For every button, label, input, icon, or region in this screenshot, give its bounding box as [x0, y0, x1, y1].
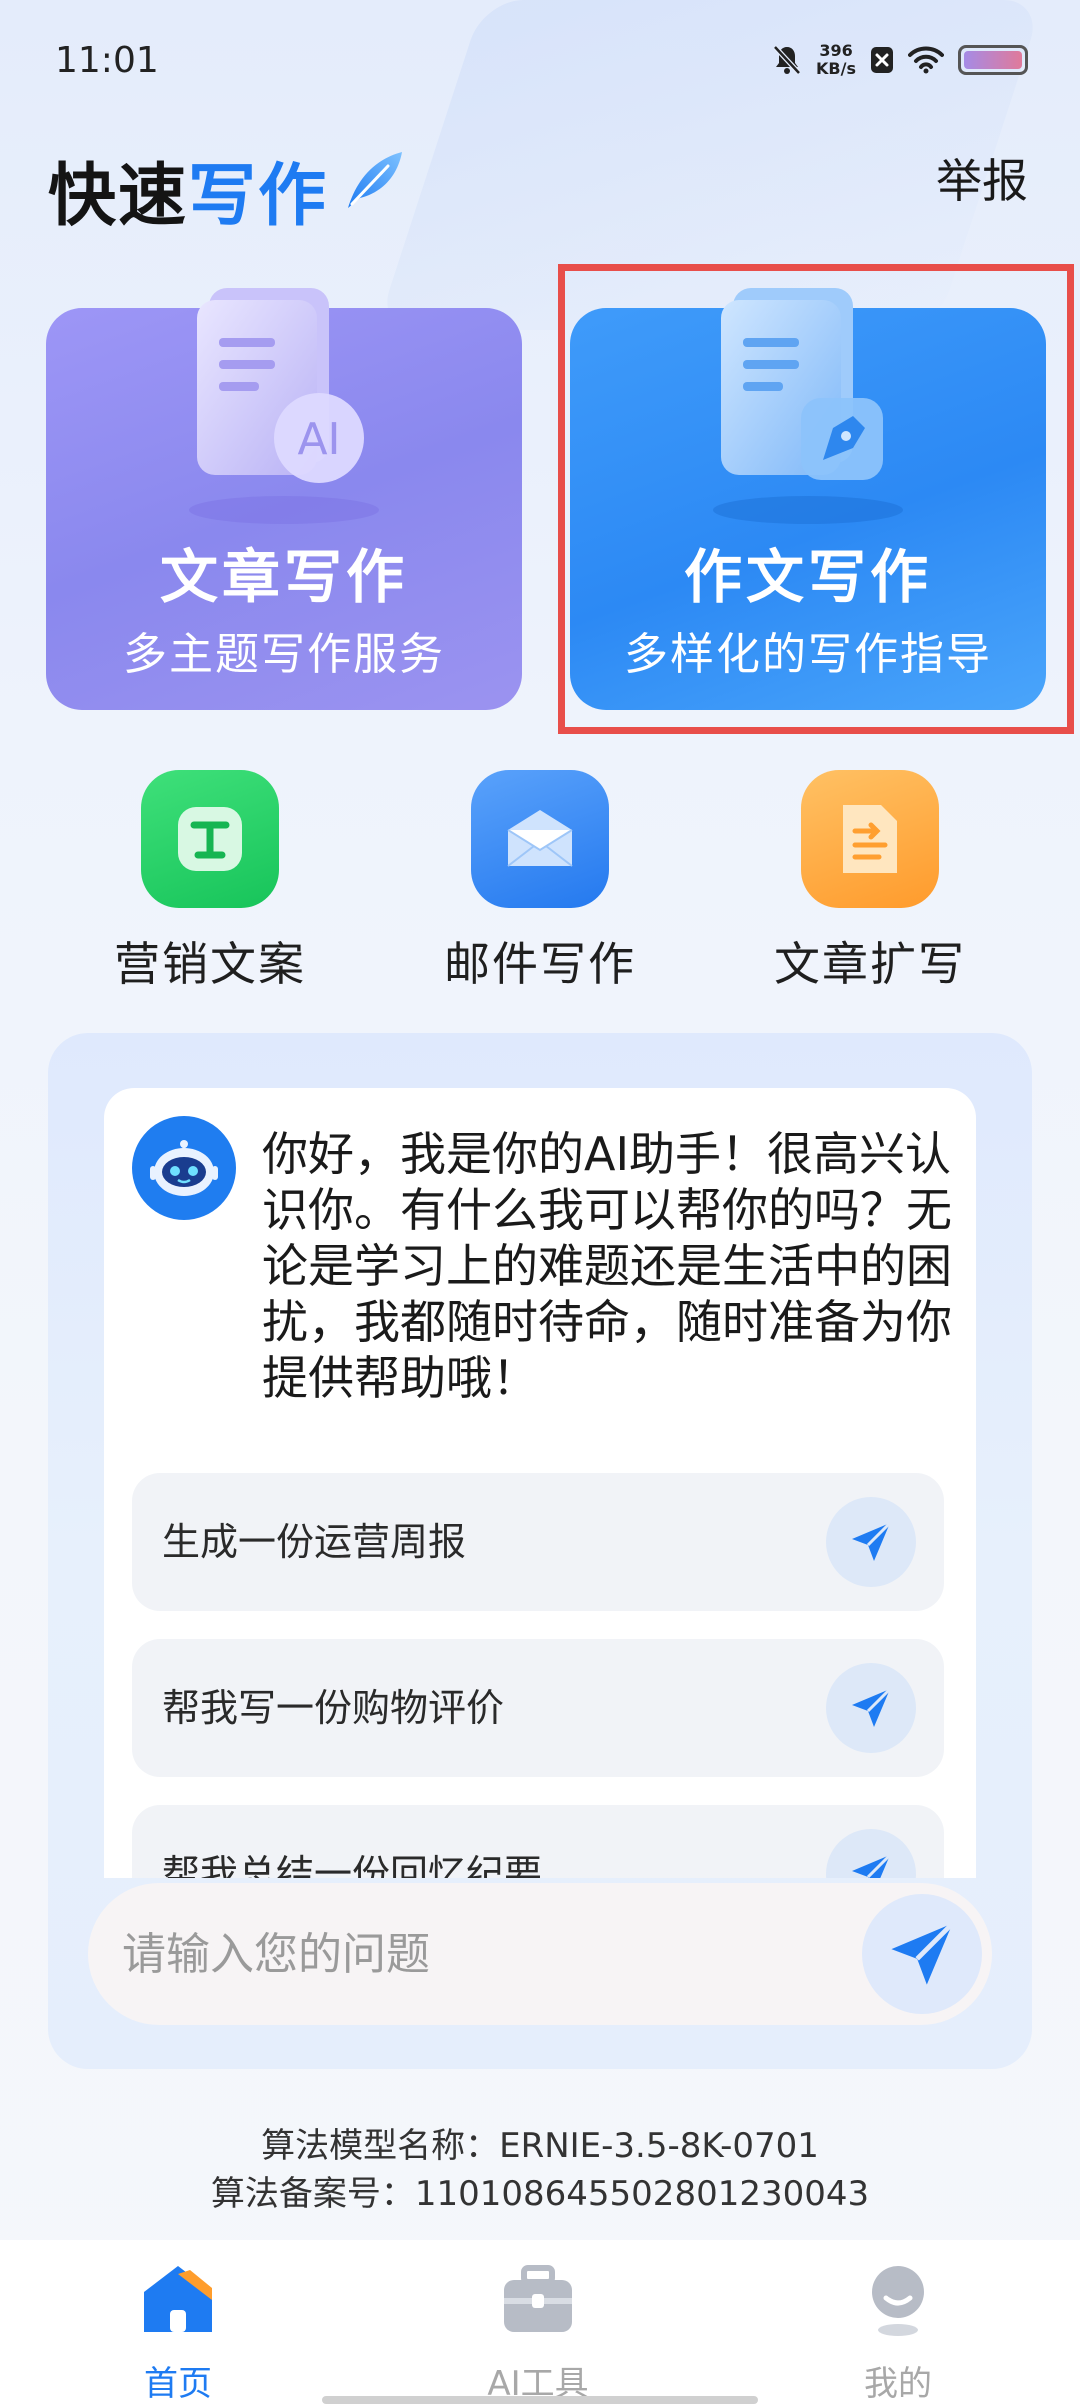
file-expand-icon [801, 770, 939, 908]
document-pen-icon [713, 288, 903, 524]
model-filing-info: 算法备案号：110108645502801230043 [210, 2174, 870, 2214]
article-expand-label: 文章扩写 [774, 937, 966, 991]
essay-card-subtitle: 多样化的写作指导 [624, 629, 992, 680]
feather-icon [338, 146, 408, 233]
send-icon[interactable] [826, 1497, 916, 1587]
battery-icon [958, 45, 1028, 75]
ai-chat-panel: 你好，我是你的AI助手！很高兴认识你。有什么我可以帮你的吗？无论是学习上的难题还… [48, 1033, 1032, 2069]
mail-icon [471, 770, 609, 908]
network-speed: 396 KB/s [816, 41, 856, 78]
send-icon [891, 1921, 955, 1985]
marketing-copy-label: 营销文案 [114, 937, 306, 991]
question-input[interactable] [122, 1883, 842, 2025]
send-icon[interactable] [826, 1663, 916, 1753]
robot-avatar-icon [132, 1116, 236, 1220]
sim-disabled-icon [870, 46, 894, 74]
assistant-greeting: 你好，我是你的AI助手！很高兴认识你。有什么我可以帮你的吗？无论是学习上的难题还… [262, 1127, 952, 1405]
question-input-bar [88, 1883, 992, 2025]
nav-profile[interactable]: 我的 [798, 2260, 998, 2405]
essay-writing-card[interactable]: 作文写作 多样化的写作指导 [570, 288, 1046, 710]
send-button[interactable] [862, 1894, 982, 2014]
toolbox-icon [504, 2265, 572, 2332]
wifi-icon [908, 46, 944, 74]
home-icon [144, 2266, 212, 2332]
status-icons: 396 KB/s [772, 42, 1028, 78]
document-ai-icon: AI [189, 288, 379, 524]
status-time: 11:01 [55, 40, 159, 81]
text-t-icon [141, 770, 279, 908]
article-card-subtitle: 多主题写作服务 [123, 629, 445, 680]
mail-writing-label: 邮件写作 [444, 937, 636, 991]
send-icon[interactable] [826, 1829, 916, 1878]
nav-home[interactable]: 首页 [78, 2260, 278, 2405]
nav-ai-tools[interactable]: AI工具 [438, 2260, 638, 2405]
model-name-info: 算法模型名称：ERNIE-3.5-8K-0701 [261, 2126, 819, 2166]
mute-bell-icon [772, 44, 802, 76]
essay-card-title: 作文写作 [683, 543, 932, 611]
profile-icon [872, 2266, 924, 2336]
article-writing-card[interactable]: AI 文章写作 多主题写作服务 [46, 288, 522, 710]
suggestion-weekly-report[interactable]: 生成一份运营周报 [132, 1473, 944, 1611]
marketing-copy-tool[interactable]: 营销文案 [80, 770, 340, 994]
bottom-navigation: 首页 AI工具 我的 [0, 2240, 1080, 2408]
home-indicator[interactable] [322, 2396, 758, 2404]
suggestion-shopping-review[interactable]: 帮我写一份购物评价 [132, 1639, 944, 1777]
article-expand-tool[interactable]: 文章扩写 [740, 770, 1000, 994]
mail-writing-tool[interactable]: 邮件写作 [410, 770, 670, 994]
chat-message-card: 你好，我是你的AI助手！很高兴认识你。有什么我可以帮你的吗？无论是学习上的难题还… [104, 1088, 976, 1878]
app-title: 快速 写作 [48, 140, 408, 239]
report-link[interactable]: 举报 [936, 145, 1028, 211]
article-card-title: 文章写作 [159, 543, 408, 611]
suggestion-meeting-summary[interactable]: 帮我总结一份回忆纪要 [132, 1805, 944, 1878]
svg-text:AI: AI [297, 414, 340, 465]
status-bar: 11:01 396 KB/s [0, 0, 1080, 120]
